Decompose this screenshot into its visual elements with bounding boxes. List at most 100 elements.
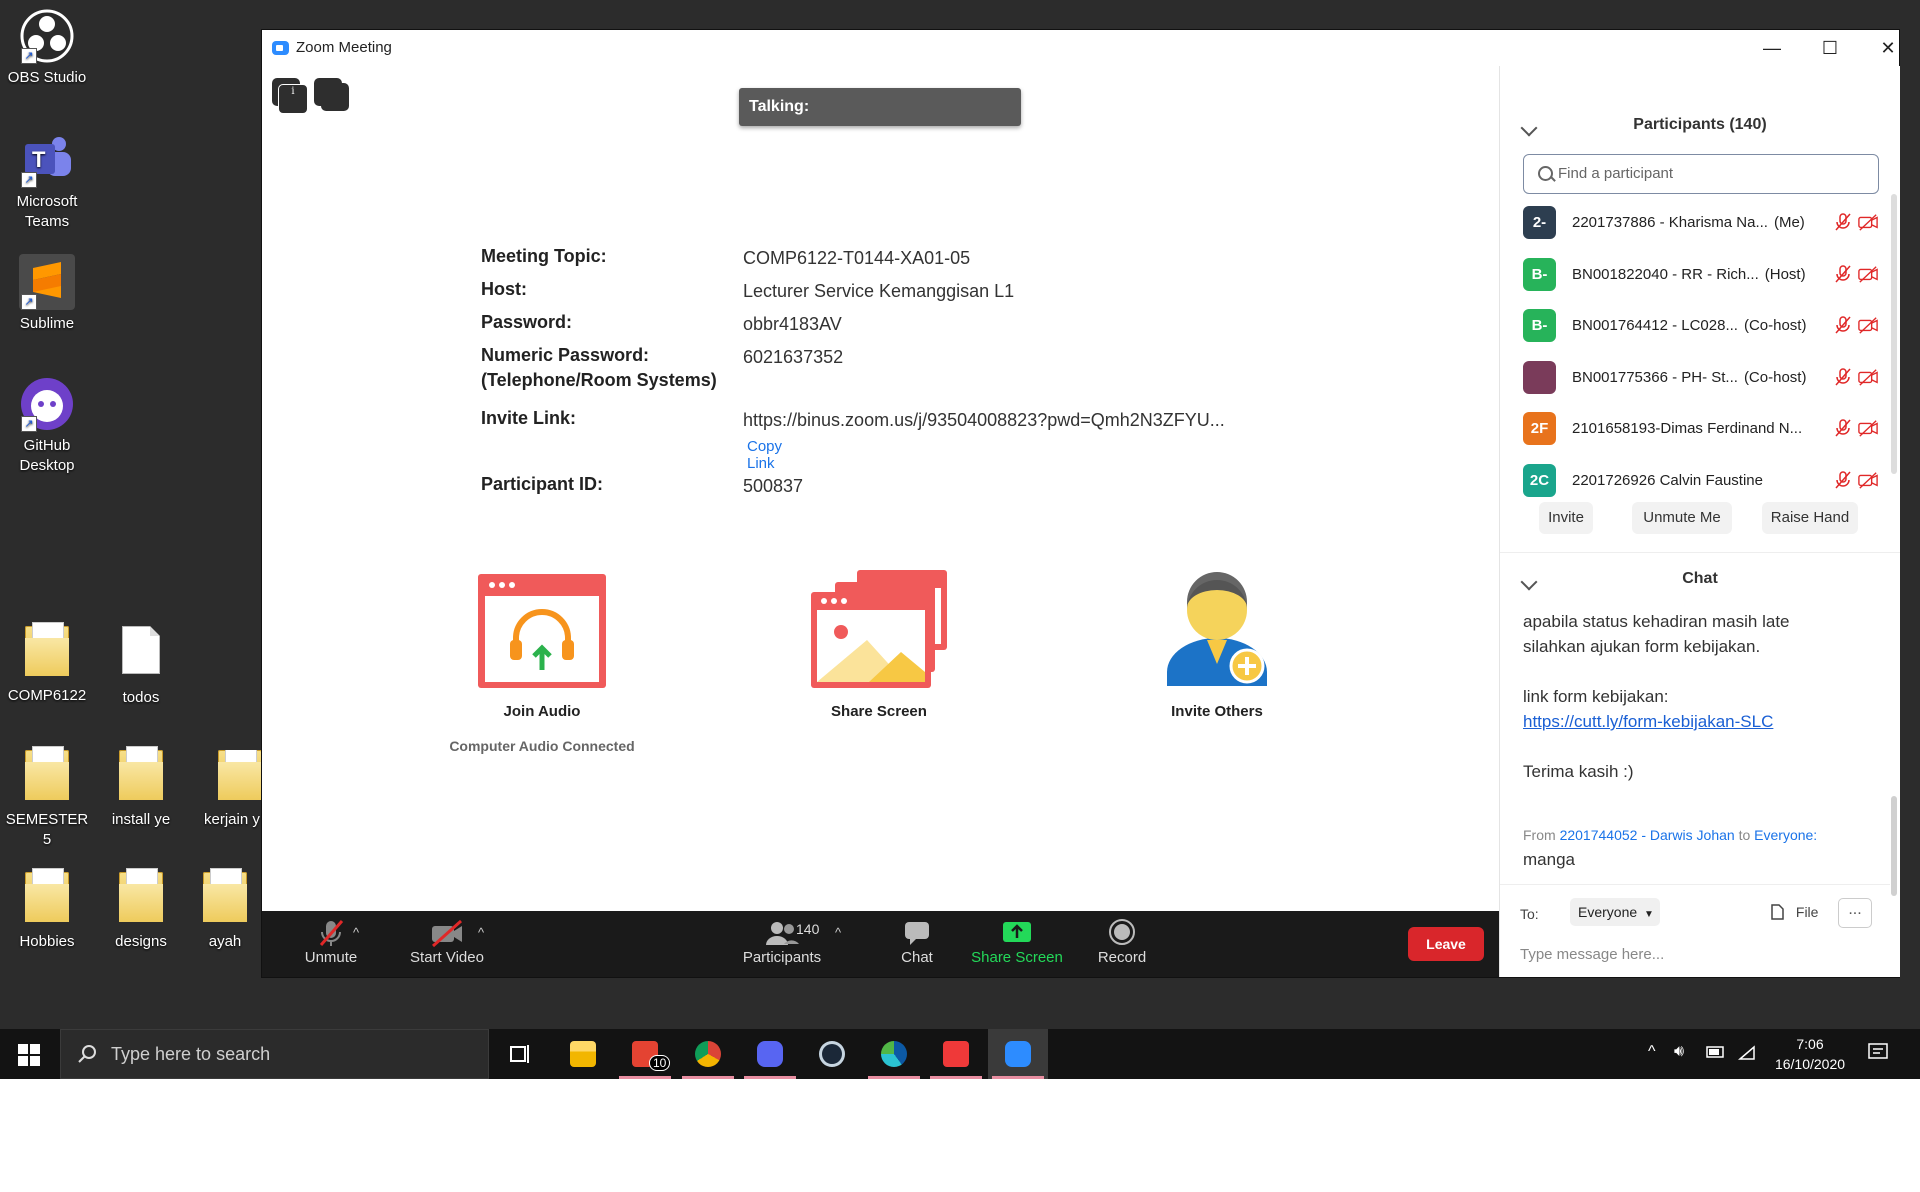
vivaldi-taskbar-button[interactable]: [926, 1029, 986, 1079]
more-options-button[interactable]: ...: [1838, 898, 1872, 928]
participant-name-text: BN001764412 - LC028...: [1572, 317, 1738, 334]
participant-avatar: 2-: [1523, 206, 1556, 239]
edge-taskbar-button[interactable]: [864, 1029, 924, 1079]
chat-button[interactable]: Chat: [877, 917, 957, 966]
file-explorer-taskbar-button[interactable]: [553, 1029, 613, 1079]
unmute-button[interactable]: Unmute: [290, 917, 372, 966]
taskbar-search-placeholder: Type here to search: [111, 1044, 271, 1064]
panel-divider: [1500, 552, 1900, 553]
clock[interactable]: 7:06 16/10/2020: [1770, 1034, 1850, 1074]
raise-hand-button[interactable]: Raise Hand: [1762, 502, 1858, 534]
participant-name: 2201737886 - Kharisma Na... (Me): [1572, 214, 1842, 231]
chrome-taskbar-button[interactable]: [678, 1029, 738, 1079]
sublime-icon: ↗: [19, 254, 75, 310]
invite-link-label: Invite Link:: [481, 408, 577, 428]
muted-mic-icon: [1835, 213, 1851, 231]
zoom-taskbar-button[interactable]: [988, 1029, 1048, 1079]
shortcut-arrow-icon: ↗: [21, 48, 37, 64]
share-screen-button[interactable]: Share Screen: [962, 917, 1072, 966]
recipient-dropdown[interactable]: Everyone ▼: [1570, 898, 1660, 926]
close-button[interactable]: ✕: [1865, 34, 1911, 62]
participants-button[interactable]: 140 Participants: [732, 917, 832, 966]
chat-sender[interactable]: 2201744052 - Darwis Johan: [1560, 827, 1735, 843]
minimize-button[interactable]: —: [1749, 34, 1795, 62]
password-label: Password:: [481, 312, 573, 332]
battery-icon[interactable]: [1706, 1045, 1726, 1062]
desktop-icon-github-desktop[interactable]: ↗ GitHub Desktop: [0, 376, 94, 476]
participant-row[interactable]: B- BN001764412 - LC028... (Co-host): [1500, 303, 1890, 354]
join-audio-button[interactable]: Join Audio Computer Audio Connected: [442, 572, 642, 754]
zoom-icon: [1005, 1041, 1031, 1067]
chat-message-input[interactable]: Type message here...: [1520, 946, 1664, 963]
copy-link-button[interactable]: Copy Link: [747, 438, 782, 472]
headphones-window-icon: [478, 574, 606, 688]
start-video-button[interactable]: Start Video: [392, 917, 502, 966]
invite-person-icon: [1167, 572, 1267, 686]
meeting-info-button[interactable]: i: [272, 78, 308, 114]
start-button[interactable]: [18, 1044, 40, 1071]
participants-panel-title: Participants (140): [1633, 116, 1767, 133]
desktop-icon-todos[interactable]: todos: [94, 626, 188, 708]
participant-search-input[interactable]: Find a participant: [1523, 154, 1879, 194]
desktop-icon-teams[interactable]: T ↗ Microsoft Teams: [0, 132, 94, 232]
desktop-icon-kerjain[interactable]: kerjain y: [188, 750, 262, 830]
unmute-me-button[interactable]: Unmute Me: [1632, 502, 1732, 534]
clock-date: 16/10/2020: [1774, 1056, 1846, 1072]
leave-button[interactable]: Leave: [1408, 927, 1484, 961]
participant-row[interactable]: B- BN001822040 - RR - Rich... (Host): [1500, 252, 1890, 303]
chat-recipient-row: To: Everyone ▼ File: [1520, 898, 1818, 926]
notifications-icon[interactable]: [1868, 1043, 1888, 1064]
chat-last-message: manga: [1523, 850, 1575, 869]
shortcut-arrow-icon: ↗: [21, 416, 37, 432]
windows-logo-icon: [18, 1044, 40, 1066]
taskbar-search-box[interactable]: Type here to search: [60, 1029, 489, 1079]
discord-taskbar-button[interactable]: [740, 1029, 800, 1079]
participant-list-scrollbar[interactable]: [1891, 194, 1897, 474]
video-options-caret-icon[interactable]: ^: [478, 925, 484, 940]
invite-button[interactable]: Invite: [1539, 502, 1593, 534]
chat-link[interactable]: https://cutt.ly/form-kebijakan-SLC: [1523, 709, 1773, 734]
participant-avatar: B-: [1523, 257, 1556, 291]
desktop-icon-sublime[interactable]: ↗ Sublime: [0, 254, 94, 334]
participants-options-caret-icon[interactable]: ^: [835, 925, 841, 940]
desktop-icon-install-ye[interactable]: install ye: [94, 746, 188, 830]
task-view-button[interactable]: [490, 1029, 550, 1079]
show-hidden-icons-chevron-icon[interactable]: ^: [1648, 1043, 1656, 1061]
shield-icon: [321, 83, 350, 111]
participant-id-label: Participant ID:: [481, 474, 604, 494]
participant-row[interactable]: 2C 2201726926 Calvin Faustine: [1500, 458, 1890, 509]
participant-row[interactable]: BN001775366 - PH- St... (Co-host): [1500, 355, 1890, 406]
participants-icon: [766, 922, 799, 945]
encryption-button[interactable]: [314, 78, 350, 111]
to-label: To:: [1520, 906, 1539, 922]
maximize-button[interactable]: ☐: [1807, 34, 1853, 62]
share-screen-big-button[interactable]: Share Screen: [779, 568, 979, 720]
desktop-icon-hobbies[interactable]: Hobbies: [0, 868, 94, 952]
todoist-taskbar-button[interactable]: 10: [615, 1029, 675, 1079]
invite-others-button[interactable]: Invite Others: [1117, 568, 1317, 720]
desktop-icon-ayah[interactable]: ayah: [188, 868, 262, 952]
chat-scrollbar[interactable]: [1891, 796, 1897, 896]
chevron-down-icon: ▼: [1644, 909, 1654, 920]
volume-icon[interactable]: 🔊︎: [1674, 1043, 1684, 1061]
wifi-icon[interactable]: [1737, 1045, 1756, 1064]
desktop-icon-comp6122[interactable]: COMP6122: [0, 622, 94, 706]
desktop-icon-semester5[interactable]: SEMESTER 5: [0, 746, 94, 850]
participant-row[interactable]: 2F 2101658193-Dimas Ferdinand N...: [1500, 406, 1890, 457]
participant-role: (Me): [1773, 214, 1805, 231]
task-view-icon: [510, 1045, 529, 1063]
teams-icon: T ↗: [19, 132, 75, 188]
participant-row[interactable]: 2- 2201737886 - Kharisma Na... (Me): [1500, 200, 1890, 251]
zoom-logo-icon: [272, 41, 289, 55]
audio-options-caret-icon[interactable]: ^: [353, 925, 359, 940]
desktop-icon-label: Sublime: [19, 315, 75, 332]
participant-avatar: 2C: [1523, 463, 1556, 497]
desktop-icon-obs[interactable]: ↗ OBS Studio: [0, 8, 94, 88]
record-button[interactable]: Record: [1082, 917, 1162, 966]
desktop-icon-designs[interactable]: designs: [94, 868, 188, 952]
steam-taskbar-button[interactable]: [802, 1029, 862, 1079]
desktop-icon-label: ayah: [208, 933, 242, 950]
file-button[interactable]: File: [1770, 904, 1818, 920]
vivaldi-icon: [943, 1041, 969, 1067]
participants-count: 140: [796, 921, 820, 937]
